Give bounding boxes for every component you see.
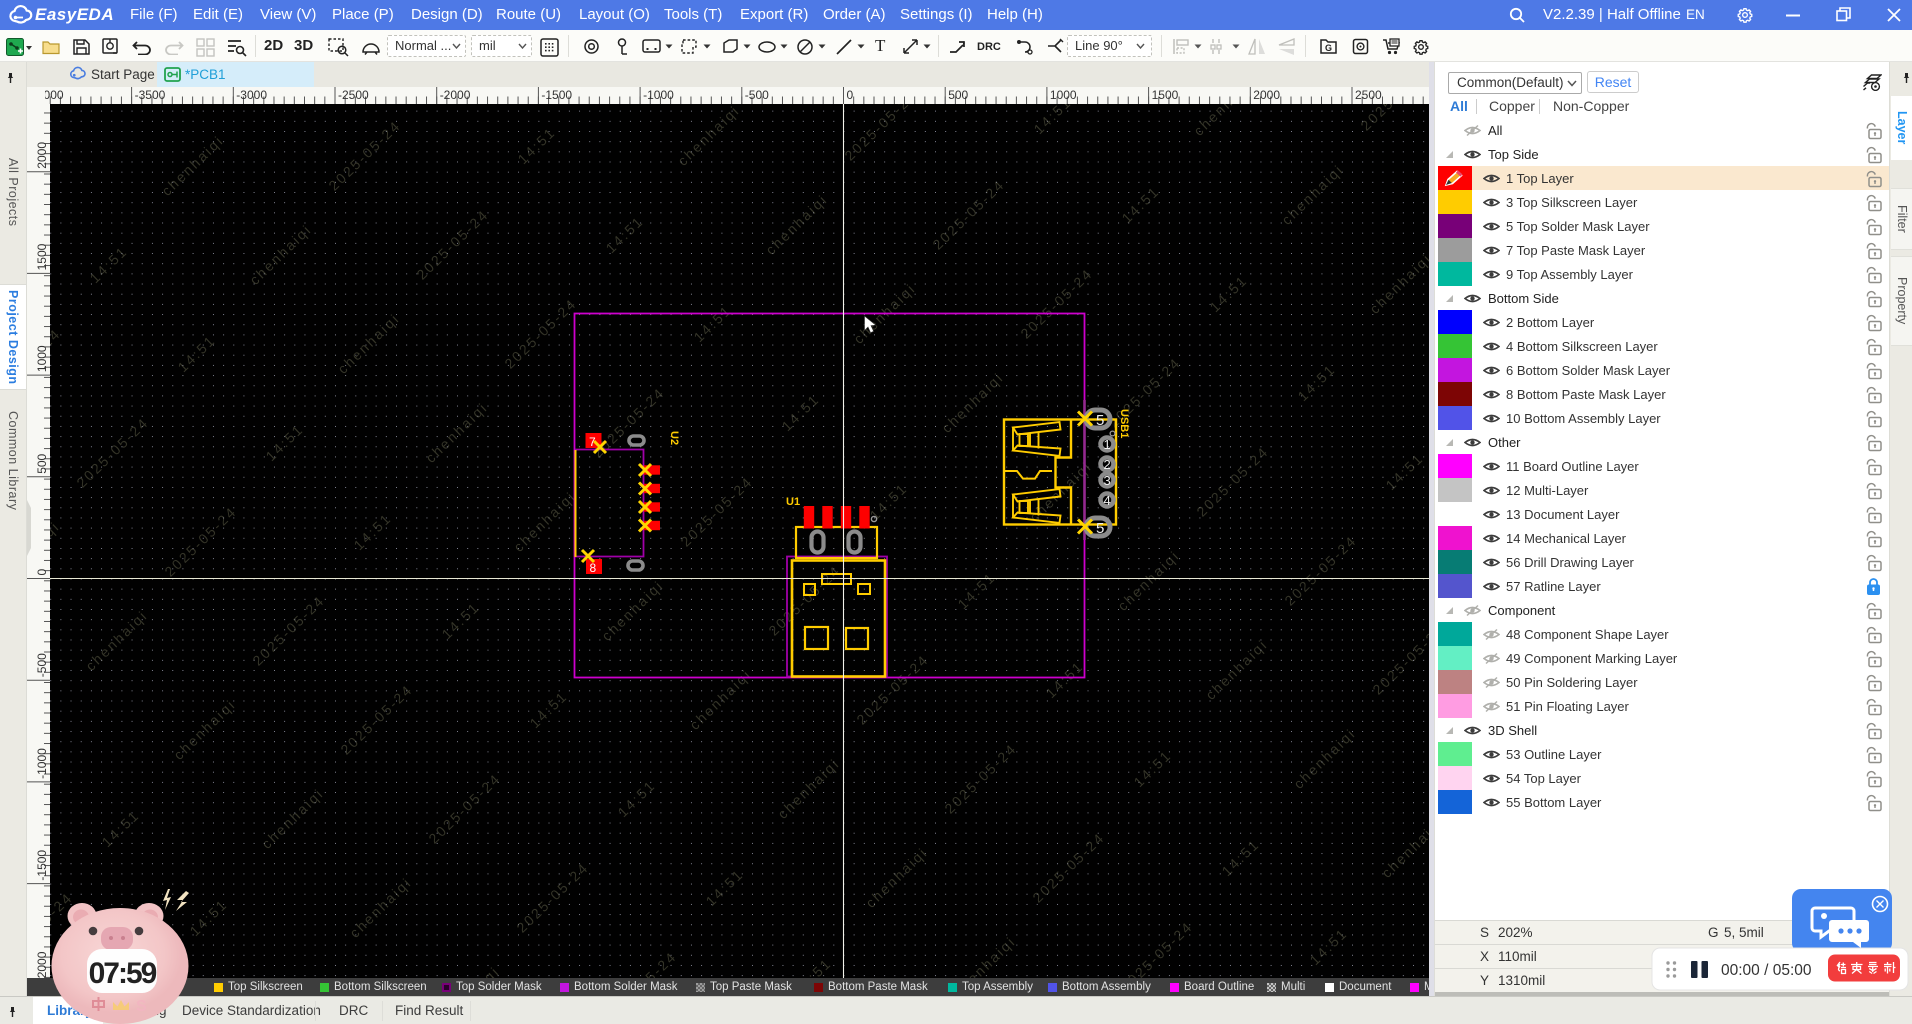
svg-text:500: 500: [35, 453, 49, 473]
svg-text:-1500: -1500: [35, 850, 49, 881]
svg-text:4: 4: [1104, 493, 1111, 508]
svg-text:-1000: -1000: [643, 88, 674, 102]
svg-text:-500: -500: [745, 88, 769, 102]
svg-text:3: 3: [1104, 473, 1111, 488]
svg-text:1500: 1500: [35, 243, 49, 270]
svg-text:1500: 1500: [1152, 88, 1179, 102]
svg-text:-1000: -1000: [35, 748, 49, 779]
svg-text:G: G: [1325, 43, 1332, 53]
svg-text:2500: 2500: [1355, 88, 1382, 102]
svg-text:500: 500: [948, 88, 968, 102]
svg-text:5: 5: [1096, 412, 1104, 429]
svg-text:-1500: -1500: [541, 88, 572, 102]
svg-text:2000: 2000: [35, 142, 49, 169]
svg-text:5: 5: [1096, 520, 1104, 537]
svg-text:-2500: -2500: [338, 88, 369, 102]
svg-text:0: 0: [847, 88, 854, 102]
svg-text:-2000: -2000: [440, 88, 471, 102]
svg-text:1000: 1000: [1050, 88, 1077, 102]
svg-text:-500: -500: [35, 653, 49, 677]
svg-text:1: 1: [1104, 437, 1111, 452]
svg-text:-3000: -3000: [236, 88, 267, 102]
svg-text:1000: 1000: [35, 345, 49, 372]
svg-text:0: 0: [35, 569, 49, 576]
svg-text:U1: U1: [786, 496, 800, 508]
svg-text:-3500: -3500: [135, 88, 166, 102]
svg-text:USB1: USB1: [1118, 409, 1130, 438]
svg-text:U2: U2: [668, 431, 680, 445]
svg-text:2000: 2000: [1253, 88, 1280, 102]
svg-text:8: 8: [590, 561, 597, 575]
svg-text:2: 2: [1104, 457, 1111, 472]
svg-text:-2000: -2000: [35, 951, 49, 978]
